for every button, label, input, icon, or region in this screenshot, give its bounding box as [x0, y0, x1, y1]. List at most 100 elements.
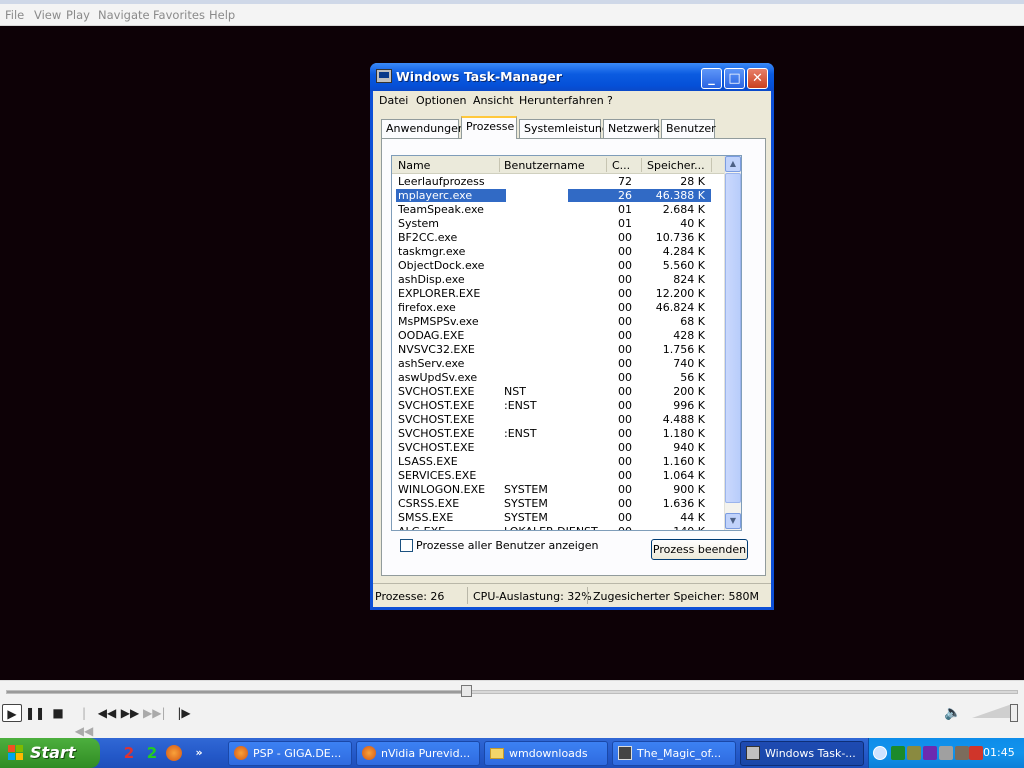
- process-rows: Leerlaufprozess 72 28 K mplayerc.exe 26 46.38…: [392, 175, 725, 530]
- end-process-button[interactable]: Prozess beenden: [651, 539, 748, 560]
- menu-help[interactable]: Help: [209, 8, 235, 22]
- seek-bar[interactable]: [6, 690, 1018, 694]
- tray-collapse-icon[interactable]: [873, 746, 887, 760]
- process-row[interactable]: SVCHOST.EXE 00 4.488 K: [392, 413, 725, 427]
- menu-favorites[interactable]: Favorites: [153, 8, 205, 22]
- tab-systemleistung[interactable]: Systemleistung: [519, 119, 609, 138]
- process-row[interactable]: CSRSS.EXE SYSTEM 00 1.636 K: [392, 497, 725, 511]
- pause-button[interactable]: ❚❚: [25, 704, 45, 722]
- fast-forward-button[interactable]: ▶▶: [120, 704, 140, 722]
- process-row[interactable]: WINLOGON.EXE SYSTEM 00 900 K: [392, 483, 725, 497]
- process-row[interactable]: ObjectDock.exe 00 5.560 K: [392, 259, 725, 273]
- column-name[interactable]: Name: [398, 159, 430, 172]
- process-memory: 2.684 K: [662, 203, 705, 216]
- process-row[interactable]: MsPMSPSv.exe 00 68 K: [392, 315, 725, 329]
- quicklaunch-2-green-icon[interactable]: 2: [143, 744, 161, 762]
- process-cpu: 00: [618, 455, 632, 468]
- process-cpu: 00: [618, 497, 632, 510]
- tray-app-icon[interactable]: [955, 746, 969, 760]
- volume-slider[interactable]: [972, 704, 1018, 724]
- next-button[interactable]: ▶▶|: [143, 704, 166, 722]
- windows-logo-icon: [8, 745, 24, 761]
- seek-handle[interactable]: [461, 685, 472, 697]
- close-button[interactable]: ✕: [747, 68, 768, 89]
- firefox-quicklaunch-icon[interactable]: [166, 745, 182, 761]
- process-name: mplayerc.exe: [398, 189, 473, 202]
- maximize-button[interactable]: □: [724, 68, 745, 89]
- play-button[interactable]: ▶: [2, 704, 22, 722]
- process-row[interactable]: NVSVC32.EXE 00 1.756 K: [392, 343, 725, 357]
- taskbar-button-wmdownloads[interactable]: wmdownloads: [484, 741, 608, 766]
- menu-datei[interactable]: Datei: [379, 94, 408, 107]
- tab-prozesse[interactable]: Prozesse: [461, 116, 517, 139]
- taskbar-button-the-magic-of[interactable]: The_Magic_of...: [612, 741, 736, 766]
- tab-anwendungen[interactable]: Anwendungen: [381, 119, 465, 138]
- column-user[interactable]: Benutzername: [504, 159, 585, 172]
- menu-play[interactable]: Play: [66, 8, 90, 22]
- process-row[interactable]: firefox.exe 00 46.824 K: [392, 301, 725, 315]
- start-button[interactable]: Start: [0, 738, 100, 768]
- process-memory: 1.636 K: [662, 497, 705, 510]
- quicklaunch-2-red-icon[interactable]: 2: [120, 744, 138, 762]
- process-row[interactable]: ashDisp.exe 00 824 K: [392, 273, 725, 287]
- minimize-button[interactable]: _: [701, 68, 722, 89]
- process-row[interactable]: TeamSpeak.exe 01 2.684 K: [392, 203, 725, 217]
- menu-file[interactable]: File: [5, 8, 24, 22]
- process-row[interactable]: aswUpdSv.exe 00 56 K: [392, 371, 725, 385]
- process-row[interactable]: SVCHOST.EXE NST 00 200 K: [392, 385, 725, 399]
- process-row[interactable]: SERVICES.EXE 00 1.064 K: [392, 469, 725, 483]
- process-row[interactable]: System 01 40 K: [392, 217, 725, 231]
- process-cpu: 00: [618, 287, 632, 300]
- process-row[interactable]: SMSS.EXE SYSTEM 00 44 K: [392, 511, 725, 525]
- process-row[interactable]: ALG.EXE LOKALER DIENST 00 140 K: [392, 525, 725, 530]
- volume-knob[interactable]: [1010, 704, 1018, 722]
- menu-help[interactable]: ?: [607, 94, 613, 107]
- show-all-users-checkbox[interactable]: [400, 539, 413, 552]
- process-row[interactable]: SVCHOST.EXE:ENST 00 996 K: [392, 399, 725, 413]
- tray-network-icon[interactable]: [891, 746, 905, 760]
- process-cpu: 00: [618, 441, 632, 454]
- scroll-up-arrow-icon[interactable]: ▲: [725, 156, 741, 172]
- taskbar-button-psp-giga[interactable]: PSP - GIGA.DE...: [228, 741, 352, 766]
- process-row[interactable]: ashServ.exe 00 740 K: [392, 357, 725, 371]
- scrollbar-thumb[interactable]: [725, 173, 741, 503]
- menu-ansicht[interactable]: Ansicht: [473, 94, 514, 107]
- process-row[interactable]: LSASS.EXE 00 1.160 K: [392, 455, 725, 469]
- menu-navigate[interactable]: Navigate: [98, 8, 150, 22]
- scroll-down-arrow-icon[interactable]: ▼: [725, 513, 741, 529]
- menu-herunterfahren[interactable]: Herunterfahren: [519, 94, 604, 107]
- column-memory[interactable]: Speicher...: [647, 159, 705, 172]
- task-manager-titlebar[interactable]: Windows Task-Manager _ □ ✕: [370, 63, 774, 91]
- process-row[interactable]: OODAG.EXE 00 428 K: [392, 329, 725, 343]
- frame-step-button[interactable]: |▶: [174, 704, 194, 722]
- column-cpu[interactable]: C...: [612, 159, 630, 172]
- menu-optionen[interactable]: Optionen: [416, 94, 466, 107]
- stop-button[interactable]: ■: [48, 704, 68, 722]
- firefox-icon: [234, 746, 248, 760]
- taskbar-button-task-manager[interactable]: Windows Task-...: [740, 741, 864, 766]
- taskbar-button-nvidia-purevideo[interactable]: nVidia Purevid...: [356, 741, 480, 766]
- tray-security-icon[interactable]: [969, 746, 983, 760]
- menu-view[interactable]: View: [34, 8, 61, 22]
- process-row[interactable]: EXPLORER.EXE 00 12.200 K: [392, 287, 725, 301]
- quicklaunch-more-icon[interactable]: »: [190, 744, 208, 762]
- status-bar: Prozesse: 26 CPU-Auslastung: 32% Zugesic…: [373, 583, 771, 607]
- process-row[interactable]: SVCHOST.EXE 00 940 K: [392, 441, 725, 455]
- process-row[interactable]: taskmgr.exe 00 4.284 K: [392, 245, 725, 259]
- tray-avast-icon[interactable]: [923, 746, 937, 760]
- task-manager-icon: [376, 69, 392, 83]
- tray-nvidia-icon[interactable]: [907, 746, 921, 760]
- tab-benutzer[interactable]: Benutzer: [661, 119, 716, 138]
- process-row[interactable]: Leerlaufprozess 72 28 K: [392, 175, 725, 189]
- process-row[interactable]: BF2CC.exe 00 10.736 K: [392, 231, 725, 245]
- process-list[interactable]: Name Benutzername C... Speicher... Leerl…: [391, 155, 742, 531]
- tray-teamspeak-icon[interactable]: [939, 746, 953, 760]
- tab-netzwerk[interactable]: Netzwerk: [603, 119, 660, 138]
- rewind-button[interactable]: ◀◀: [97, 704, 117, 722]
- process-list-scrollbar[interactable]: ▲ ▼: [724, 156, 741, 530]
- speaker-icon[interactable]: 🔈: [944, 704, 961, 722]
- show-all-users-label[interactable]: Prozesse aller Benutzer anzeigen: [416, 539, 599, 552]
- previous-button[interactable]: |◀◀: [74, 704, 94, 738]
- process-row[interactable]: SVCHOST.EXE:ENST 00 1.180 K: [392, 427, 725, 441]
- process-row-selected[interactable]: mplayerc.exe 26 46.388 K: [392, 189, 725, 203]
